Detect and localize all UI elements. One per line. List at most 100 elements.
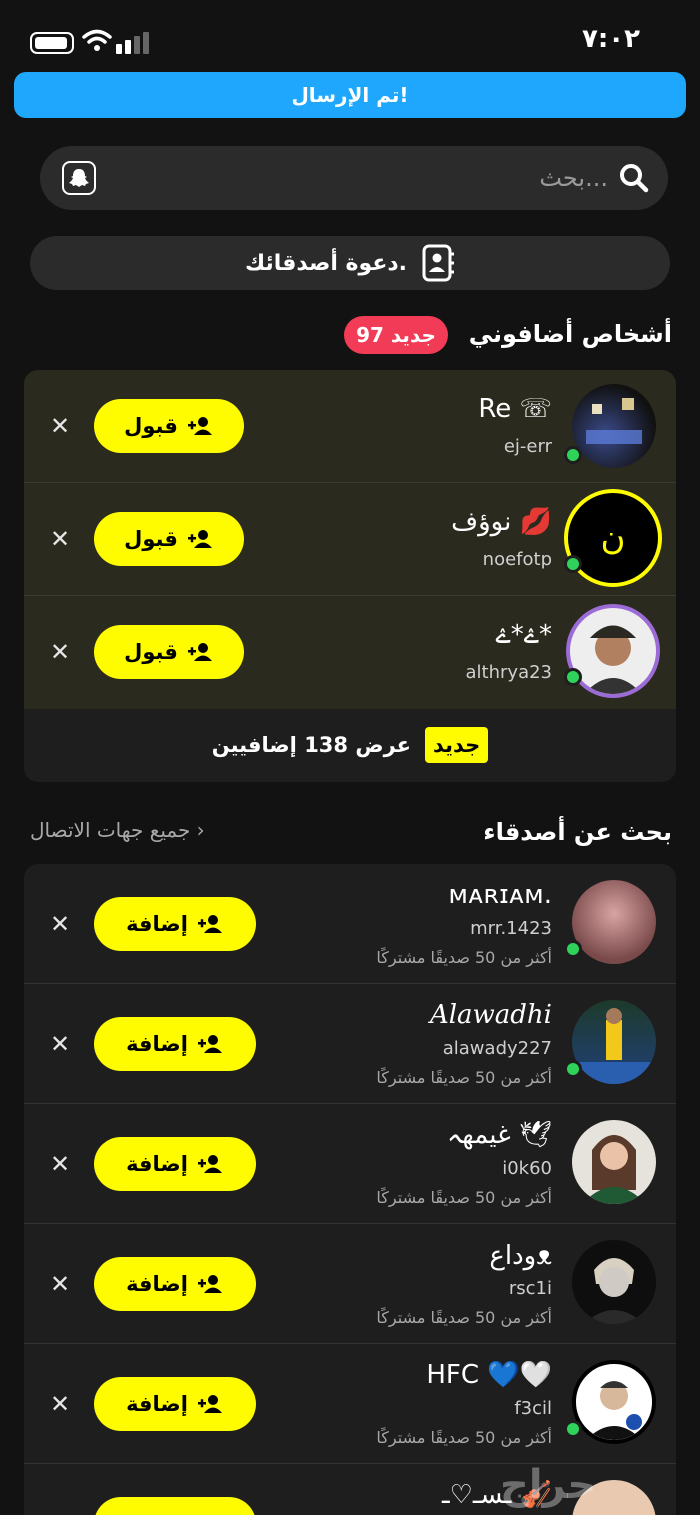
snapchat-ghost-icon[interactable] xyxy=(62,161,96,195)
signal-icon xyxy=(116,30,152,54)
suggestion-row[interactable]: HFC 💙🤍 f3cil أكثر من 50 صديقًا مشتركًا إ… xyxy=(24,1344,676,1464)
suggestion-username: mrr.1423 xyxy=(470,918,552,939)
add-label: إضافة xyxy=(126,1392,188,1416)
add-friend-icon xyxy=(197,1155,222,1173)
sent-toast: تم الإرسال! xyxy=(14,72,686,118)
search-input[interactable] xyxy=(168,156,608,200)
dismiss-button[interactable]: ✕ xyxy=(50,412,70,440)
avatar[interactable] xyxy=(572,1000,656,1084)
add-friend-icon xyxy=(197,1275,222,1293)
request-name: Re ☏ xyxy=(478,394,552,424)
accept-label: قبول xyxy=(124,414,178,438)
mutual-friends: أكثر من 50 صديقًا مشتركًا xyxy=(376,1188,552,1207)
add-friend-icon xyxy=(197,1395,222,1413)
online-indicator xyxy=(564,940,582,958)
invite-label: دعوة أصدقائك. xyxy=(244,250,408,276)
accept-label: قبول xyxy=(124,527,178,551)
add-label: إضافة xyxy=(126,1032,188,1056)
request-row[interactable]: Re ☏ ej-err قبول ✕ xyxy=(24,370,676,483)
avatar-letter: ن xyxy=(600,518,626,558)
avatar[interactable] xyxy=(572,880,656,964)
find-friends-title: بحث عن أصدقاء xyxy=(483,818,672,846)
request-name: ےٛ*ےٛ* xyxy=(495,620,552,650)
status-time: ٧:٠٢ xyxy=(581,24,640,54)
request-name: نوؤف 💋 xyxy=(451,507,552,537)
dismiss-button[interactable]: ✕ xyxy=(50,1270,70,1298)
avatar[interactable] xyxy=(572,1360,656,1444)
mutual-friends: أكثر من 50 صديقًا مشتركًا xyxy=(376,1068,552,1087)
view-more-label: عرض 138 إضافيين xyxy=(211,733,412,757)
avatar[interactable] xyxy=(572,384,656,468)
add-friend-icon xyxy=(187,643,212,661)
battery-icon xyxy=(30,32,74,54)
request-row[interactable]: ن نوؤف 💋 noefotp قبول ✕ xyxy=(24,483,676,596)
suggestion-row[interactable]: Alawadhi alawady227 أكثر من 50 صديقًا مش… xyxy=(24,984,676,1104)
add-friend-icon xyxy=(197,1035,222,1053)
add-button[interactable]: إضافة xyxy=(94,1017,256,1071)
online-indicator xyxy=(564,446,582,464)
add-button[interactable]: إضافة xyxy=(94,1137,256,1191)
online-indicator xyxy=(564,1060,582,1078)
request-username: noefotp xyxy=(482,549,552,570)
add-button[interactable]: إضافة xyxy=(94,897,256,951)
avatar[interactable] xyxy=(572,1240,656,1324)
suggestion-name: HFC 💙🤍 xyxy=(426,1360,552,1390)
view-more-requests[interactable]: جديد عرض 138 إضافيين xyxy=(24,709,676,781)
accept-button[interactable]: قبول xyxy=(94,625,244,679)
suggestion-username: rsc1i xyxy=(508,1278,552,1299)
add-button[interactable]: إضافة xyxy=(94,1497,256,1515)
invite-friends-button[interactable]: دعوة أصدقائك. xyxy=(30,236,670,290)
mutual-friends: أكثر من 50 صديقًا مشتركًا xyxy=(376,1308,552,1327)
mutual-friends: أكثر من 50 صديقًا مشتركًا xyxy=(376,948,552,967)
suggestion-row[interactable]: غيمهہ 🕊 i0k60 أكثر من 50 صديقًا مشتركًا … xyxy=(24,1104,676,1224)
suggestion-username: f3cil xyxy=(514,1398,552,1419)
status-bar: ٧:٠٢ xyxy=(0,0,700,80)
request-username: ej-err xyxy=(503,436,552,457)
added-me-title: أشخاص أضافوني xyxy=(468,320,672,348)
wifi-icon xyxy=(82,29,112,51)
accept-button[interactable]: قبول xyxy=(94,512,244,566)
dismiss-button[interactable]: ✕ xyxy=(50,1390,70,1418)
suggestion-name: غيمهہ 🕊 xyxy=(447,1120,552,1150)
accept-label: قبول xyxy=(124,640,178,664)
avatar[interactable] xyxy=(566,604,660,698)
suggestion-username: alawady227 xyxy=(442,1038,552,1059)
online-indicator xyxy=(564,668,582,686)
add-friend-icon xyxy=(187,530,212,548)
accept-button[interactable]: قبول xyxy=(94,399,244,453)
add-friend-icon xyxy=(197,915,222,933)
suggestion-row[interactable]: وداعᴥ rsc1i أكثر من 50 صديقًا مشتركًا إض… xyxy=(24,1224,676,1344)
suggestion-name: وداعᴥ xyxy=(489,1241,552,1271)
friend-requests-card: Re ☏ ej-err قبول ✕ ن نوؤف 💋 noefotp قبول… xyxy=(24,370,676,782)
dismiss-button[interactable]: ✕ xyxy=(50,1150,70,1178)
watermark-logo: حراج xyxy=(500,1462,597,1508)
suggestion-row[interactable]: ᴍᴀʀɪᴀᴍ. mrr.1423 أكثر من 50 صديقًا مشترك… xyxy=(24,864,676,984)
suggestion-username: i0k60 xyxy=(502,1158,552,1179)
mutual-friends: أكثر من 50 صديقًا مشتركًا xyxy=(376,1428,552,1447)
avatar[interactable]: ن xyxy=(564,489,662,587)
contacts-book-icon xyxy=(422,244,455,282)
new-tag: جديد xyxy=(425,727,489,763)
add-button[interactable]: إضافة xyxy=(94,1257,256,1311)
add-button[interactable]: إضافة xyxy=(94,1377,256,1431)
add-friend-icon xyxy=(187,417,212,435)
search-bar[interactable] xyxy=(40,146,668,210)
add-label: إضافة xyxy=(126,1272,188,1296)
add-label: إضافة xyxy=(126,1152,188,1176)
dismiss-button[interactable]: ✕ xyxy=(50,638,70,666)
suggestions-card: ᴍᴀʀɪᴀᴍ. mrr.1423 أكثر من 50 صديقًا مشترك… xyxy=(24,864,676,1515)
online-indicator xyxy=(564,555,582,573)
dismiss-button[interactable]: ✕ xyxy=(50,910,70,938)
new-count-badge: 97 جديد xyxy=(344,316,448,354)
request-row[interactable]: ےٛ*ےٛ* althrya23 قبول ✕ xyxy=(24,596,676,709)
request-username: althrya23 xyxy=(465,662,552,683)
avatar[interactable] xyxy=(572,1120,656,1204)
suggestion-name: ᴍᴀʀɪᴀᴍ. xyxy=(448,880,552,910)
search-icon xyxy=(620,164,649,193)
online-indicator xyxy=(564,1420,582,1438)
add-label: إضافة xyxy=(126,912,188,936)
all-contacts-link[interactable]: جميع جهات الاتصال › xyxy=(30,818,205,842)
suggestion-name: Alawadhi xyxy=(429,1000,552,1030)
dismiss-button[interactable]: ✕ xyxy=(50,1030,70,1058)
dismiss-button[interactable]: ✕ xyxy=(50,525,70,553)
